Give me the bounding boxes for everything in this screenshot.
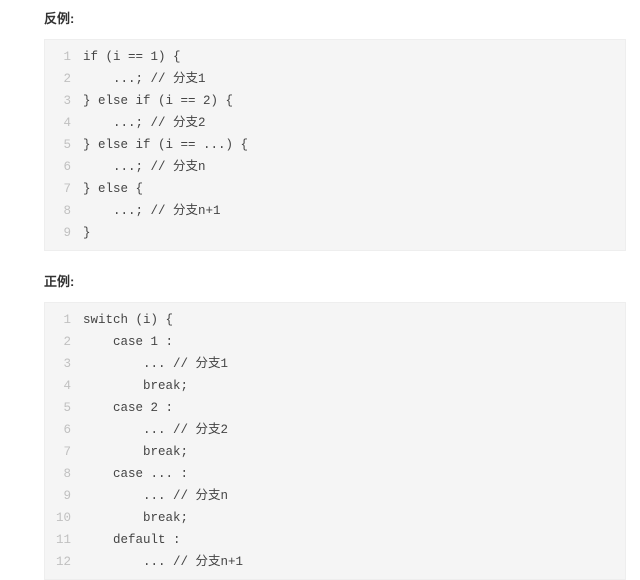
code-line: 7 break; (45, 441, 625, 463)
code-line: 6 ... // 分支2 (45, 419, 625, 441)
line-number: 4 (45, 112, 79, 134)
code-line: 8 case ... : (45, 463, 625, 485)
code-text: ... // 分支2 (79, 419, 625, 441)
code-line: 8 ...; // 分支n+1 (45, 200, 625, 222)
line-number: 5 (45, 397, 79, 419)
code-text: break; (79, 507, 625, 529)
code-line: 2 ...; // 分支1 (45, 68, 625, 90)
line-number: 6 (45, 419, 79, 441)
line-number: 1 (45, 309, 79, 331)
line-number: 9 (45, 485, 79, 507)
code-text: ... // 分支n+1 (79, 551, 625, 573)
code-line: 10 break; (45, 507, 625, 529)
code-text: ...; // 分支1 (79, 68, 625, 90)
line-number: 1 (45, 46, 79, 68)
code-line: 1 switch (i) { (45, 309, 625, 331)
line-number: 8 (45, 200, 79, 222)
line-number: 3 (45, 90, 79, 112)
bad-example-label: 反例: (44, 8, 626, 27)
line-number: 12 (45, 551, 79, 573)
code-text: } else if (i == 2) { (79, 90, 625, 112)
code-text: } else if (i == ...) { (79, 134, 625, 156)
code-text: break; (79, 375, 625, 397)
code-text: } (79, 222, 625, 244)
code-line: 4 ...; // 分支2 (45, 112, 625, 134)
code-text: ...; // 分支n (79, 156, 625, 178)
code-line: 1 if (i == 1) { (45, 46, 625, 68)
good-example-code-block: 1 switch (i) { 2 case 1 : 3 ... // 分支1 4… (44, 302, 626, 580)
code-line: 6 ...; // 分支n (45, 156, 625, 178)
code-line: 9 } (45, 222, 625, 244)
line-number: 2 (45, 68, 79, 90)
code-line: 9 ... // 分支n (45, 485, 625, 507)
line-number: 11 (45, 529, 79, 551)
line-number: 5 (45, 134, 79, 156)
line-number: 3 (45, 353, 79, 375)
code-text: switch (i) { (79, 309, 625, 331)
line-number: 9 (45, 222, 79, 244)
code-line: 2 case 1 : (45, 331, 625, 353)
line-number: 7 (45, 178, 79, 200)
code-text: ...; // 分支n+1 (79, 200, 625, 222)
code-text: if (i == 1) { (79, 46, 625, 68)
code-text: default : (79, 529, 625, 551)
line-number: 4 (45, 375, 79, 397)
code-line: 3 ... // 分支1 (45, 353, 625, 375)
code-text: case 1 : (79, 331, 625, 353)
line-number: 10 (45, 507, 79, 529)
code-line: 5 } else if (i == ...) { (45, 134, 625, 156)
line-number: 2 (45, 331, 79, 353)
line-number: 6 (45, 156, 79, 178)
code-text: break; (79, 441, 625, 463)
code-line: 11 default : (45, 529, 625, 551)
code-line: 7 } else { (45, 178, 625, 200)
code-text: ... // 分支1 (79, 353, 625, 375)
good-example-label: 正例: (44, 271, 626, 290)
code-text: } else { (79, 178, 625, 200)
code-line: 4 break; (45, 375, 625, 397)
code-line: 12 ... // 分支n+1 (45, 551, 625, 573)
document-page: 反例: 1 if (i == 1) { 2 ...; // 分支1 3 } el… (0, 0, 640, 580)
line-number: 7 (45, 441, 79, 463)
line-number: 8 (45, 463, 79, 485)
code-line: 3 } else if (i == 2) { (45, 90, 625, 112)
code-text: ...; // 分支2 (79, 112, 625, 134)
code-line: 5 case 2 : (45, 397, 625, 419)
code-text: case ... : (79, 463, 625, 485)
bad-example-code-block: 1 if (i == 1) { 2 ...; // 分支1 3 } else i… (44, 39, 626, 251)
code-text: ... // 分支n (79, 485, 625, 507)
code-text: case 2 : (79, 397, 625, 419)
